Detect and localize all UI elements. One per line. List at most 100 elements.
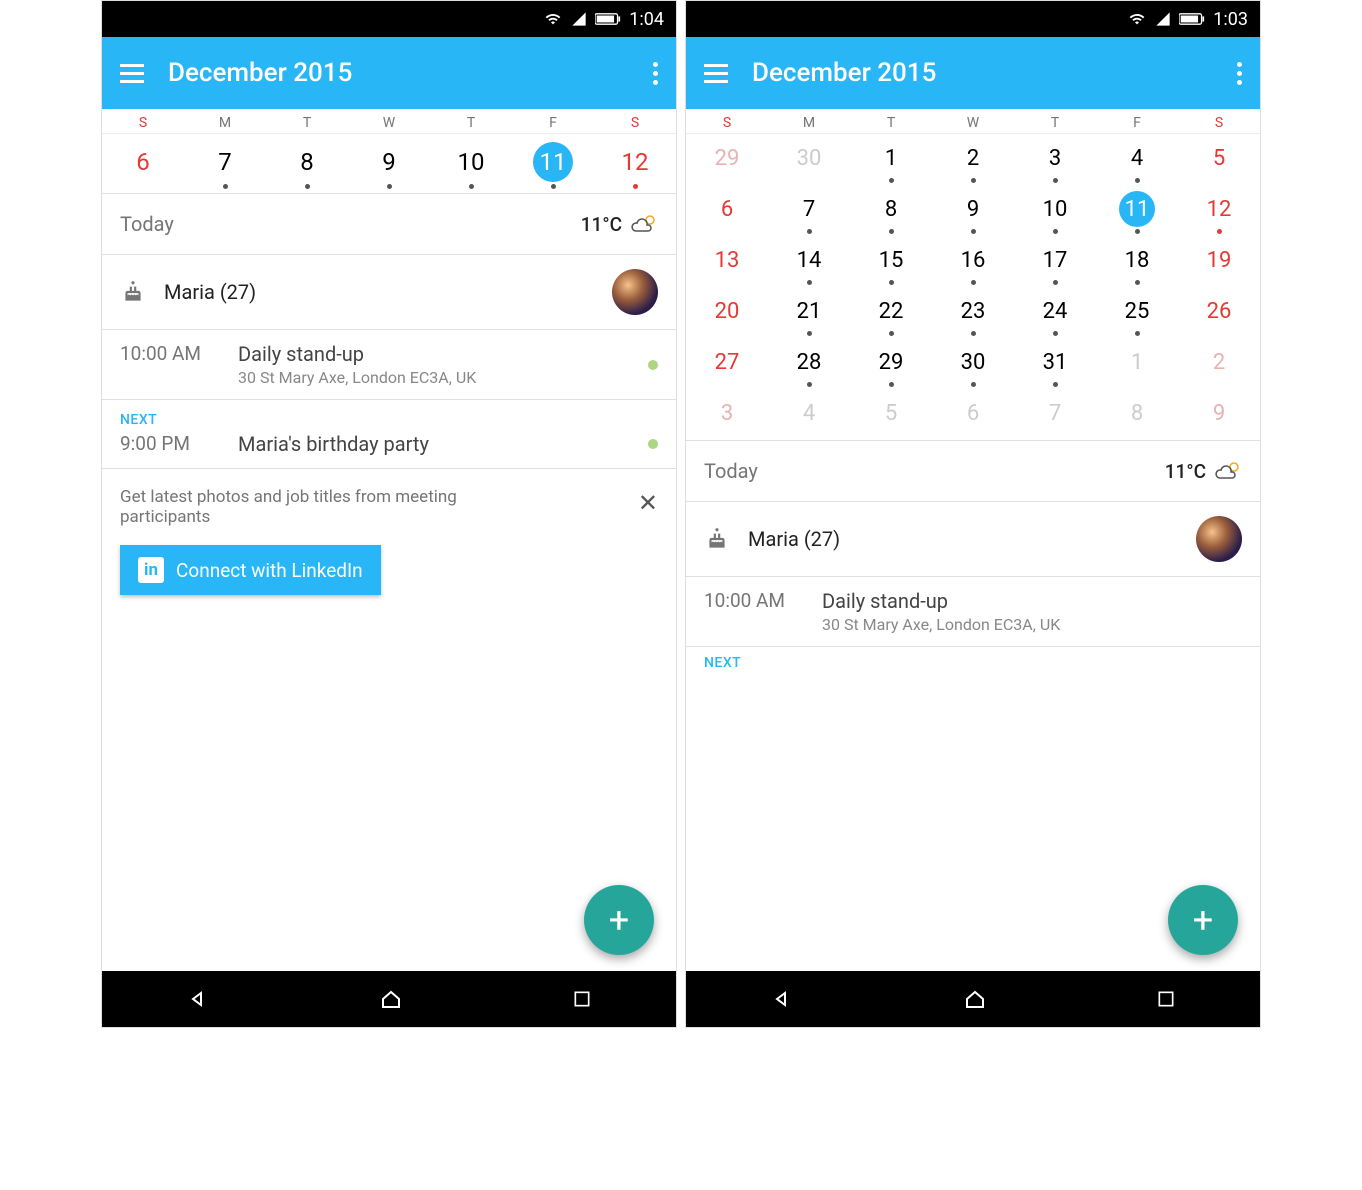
day-cell[interactable]: 10 (430, 134, 512, 193)
add-event-fab[interactable]: + (584, 885, 654, 955)
back-icon[interactable] (186, 987, 210, 1011)
birthday-item[interactable]: Maria (27) (102, 254, 676, 329)
event-indicator-dot (387, 184, 392, 189)
day-cell[interactable]: 1 (850, 134, 932, 185)
day-cell[interactable]: 1 (1096, 338, 1178, 389)
day-cell[interactable]: 31 (1014, 338, 1096, 389)
day-number: 1 (1119, 344, 1155, 380)
event-party[interactable]: NEXT 9:00 PM Maria's birthday party (102, 399, 676, 468)
dow-label: W (932, 109, 1014, 133)
day-cell[interactable]: 12 (594, 134, 676, 193)
home-icon[interactable] (963, 987, 987, 1011)
day-cell[interactable]: 22 (850, 287, 932, 338)
day-cell[interactable]: 3 (686, 389, 768, 440)
day-cell[interactable]: 19 (1178, 236, 1260, 287)
day-cell[interactable]: 26 (1178, 287, 1260, 338)
day-number: 3 (709, 395, 745, 431)
day-cell[interactable]: 5 (1178, 134, 1260, 185)
day-number: 28 (791, 344, 827, 380)
day-cell[interactable]: 14 (768, 236, 850, 287)
day-cell[interactable]: 9 (348, 134, 430, 193)
day-number: 12 (615, 142, 655, 182)
day-number: 6 (955, 395, 991, 431)
day-cell[interactable]: 20 (686, 287, 768, 338)
weather[interactable]: 11°C (581, 213, 658, 236)
day-cell[interactable]: 4 (1096, 134, 1178, 185)
day-cell[interactable]: 29 (686, 134, 768, 185)
event-standup[interactable]: 10:00 AM Daily stand-up 30 St Mary Axe, … (102, 329, 676, 399)
day-cell[interactable]: 6 (102, 134, 184, 193)
day-cell[interactable]: 7 (768, 185, 850, 236)
add-event-fab[interactable]: + (1168, 885, 1238, 955)
day-cell[interactable]: 27 (686, 338, 768, 389)
birthday-name: Maria (27) (748, 527, 840, 551)
day-cell[interactable]: 18 (1096, 236, 1178, 287)
day-number: 4 (1119, 140, 1155, 176)
event-indicator-dot (469, 184, 474, 189)
day-cell[interactable]: 17 (1014, 236, 1096, 287)
event-standup[interactable]: 10:00 AM Daily stand-up 30 St Mary Axe, … (686, 576, 1260, 646)
overflow-menu-icon[interactable] (653, 62, 658, 85)
wifi-icon (1127, 11, 1147, 27)
day-cell[interactable]: 24 (1014, 287, 1096, 338)
day-cell[interactable]: 21 (768, 287, 850, 338)
day-number: 18 (1119, 242, 1155, 278)
recent-apps-icon[interactable] (1156, 989, 1176, 1009)
day-cell[interactable]: 7 (184, 134, 266, 193)
menu-icon[interactable] (704, 64, 728, 83)
day-cell[interactable]: 11 (1096, 185, 1178, 236)
home-icon[interactable] (379, 987, 403, 1011)
day-cell[interactable]: 6 (932, 389, 1014, 440)
birthday-item[interactable]: Maria (27) (686, 501, 1260, 576)
day-cell[interactable]: 28 (768, 338, 850, 389)
day-cell[interactable]: 23 (932, 287, 1014, 338)
day-cell[interactable]: 13 (686, 236, 768, 287)
day-cell[interactable]: 5 (850, 389, 932, 440)
day-cell[interactable]: 2 (1178, 338, 1260, 389)
day-cell[interactable]: 30 (932, 338, 1014, 389)
event-indicator-dot (807, 229, 812, 234)
temperature: 11°C (1165, 460, 1206, 483)
day-cell[interactable]: 25 (1096, 287, 1178, 338)
event-time: 9:00 PM (120, 432, 220, 455)
day-number: 8 (1119, 395, 1155, 431)
close-icon[interactable]: ✕ (638, 489, 658, 517)
day-cell[interactable]: 12 (1178, 185, 1260, 236)
day-cell[interactable]: 15 (850, 236, 932, 287)
day-cell[interactable]: 2 (932, 134, 1014, 185)
day-cell[interactable]: 29 (850, 338, 932, 389)
day-cell[interactable]: 3 (1014, 134, 1096, 185)
avatar[interactable] (1196, 516, 1242, 562)
back-icon[interactable] (770, 987, 794, 1011)
today-section: Today 11°C (686, 440, 1260, 501)
day-cell[interactable]: 30 (768, 134, 850, 185)
event-indicator-dot (889, 178, 894, 183)
day-cell[interactable]: 8 (1096, 389, 1178, 440)
day-cell[interactable]: 9 (932, 185, 1014, 236)
recent-apps-icon[interactable] (572, 989, 592, 1009)
day-cell[interactable]: 11 (512, 134, 594, 193)
avatar[interactable] (612, 269, 658, 315)
day-cell[interactable]: 9 (1178, 389, 1260, 440)
cell-signal-icon (1155, 11, 1171, 27)
day-number: 20 (709, 293, 745, 329)
day-number: 24 (1037, 293, 1073, 329)
event-time: 10:00 AM (704, 589, 804, 612)
weather[interactable]: 11°C (1165, 460, 1242, 483)
day-cell[interactable]: 16 (932, 236, 1014, 287)
day-cell[interactable]: 8 (266, 134, 348, 193)
day-cell[interactable]: 7 (1014, 389, 1096, 440)
day-cell[interactable]: 10 (1014, 185, 1096, 236)
connect-linkedin-button[interactable]: in Connect with LinkedIn (120, 545, 381, 595)
day-cell[interactable]: 4 (768, 389, 850, 440)
app-title[interactable]: December 2015 (168, 58, 352, 88)
battery-icon (595, 12, 621, 26)
day-cell[interactable]: 8 (850, 185, 932, 236)
app-title[interactable]: December 2015 (752, 58, 936, 88)
overflow-menu-icon[interactable] (1237, 62, 1242, 85)
day-number: 9 (369, 142, 409, 182)
event-indicator-dot (551, 184, 556, 189)
day-cell[interactable]: 6 (686, 185, 768, 236)
menu-icon[interactable] (120, 64, 144, 83)
event-indicator-dot (1217, 229, 1222, 234)
